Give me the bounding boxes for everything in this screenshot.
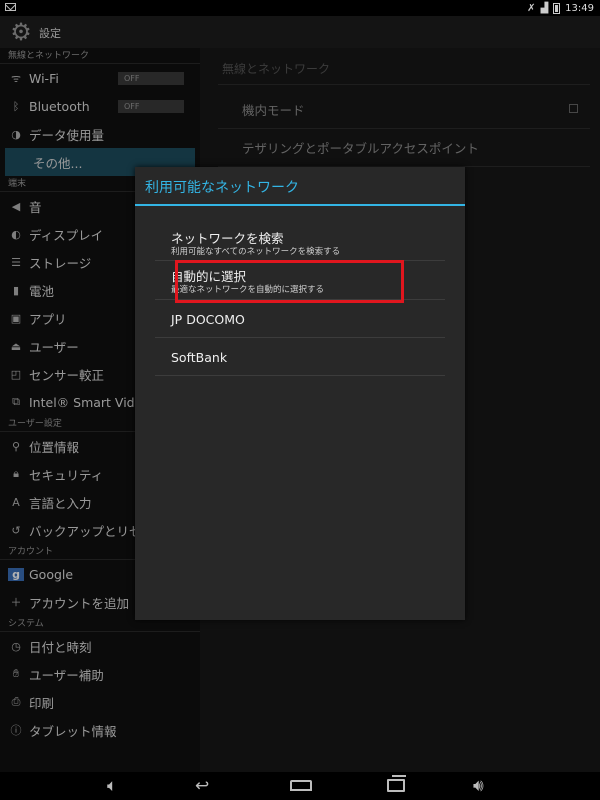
dialog-title-divider [135, 204, 465, 206]
option-title: JP DOCOMO [171, 312, 245, 327]
volume-up-icon[interactable]: 🔊︎ [473, 775, 484, 797]
navigation-bar: 🔈︎ ↩ 🔊︎ [0, 772, 600, 800]
signal-icon: ▟ [540, 2, 549, 14]
volume-down-icon[interactable]: 🔈︎ [107, 775, 117, 797]
status-time: 13:49 [565, 2, 594, 14]
highlight-box [175, 260, 404, 303]
bluetooth-off-icon: ✗ [527, 2, 536, 14]
status-icons: ✗ ▟ 13:49 [527, 1, 594, 15]
status-bar: ✗ ▟ 13:49 [0, 0, 600, 16]
recent-apps-icon[interactable] [387, 775, 406, 792]
mail-icon [5, 3, 16, 11]
option-title: SoftBank [171, 350, 228, 365]
home-icon[interactable] [290, 780, 312, 791]
dialog-title: 利用可能なネットワーク [145, 180, 299, 196]
option-subtitle: 利用可能なすべてのネットワークを検索する [171, 247, 341, 257]
back-icon[interactable]: ↩ [195, 775, 209, 797]
available-networks-dialog: 利用可能なネットワーク ネットワークを検索 利用可能なすべてのネットワークを検索… [135, 167, 465, 620]
battery-icon [553, 2, 561, 14]
